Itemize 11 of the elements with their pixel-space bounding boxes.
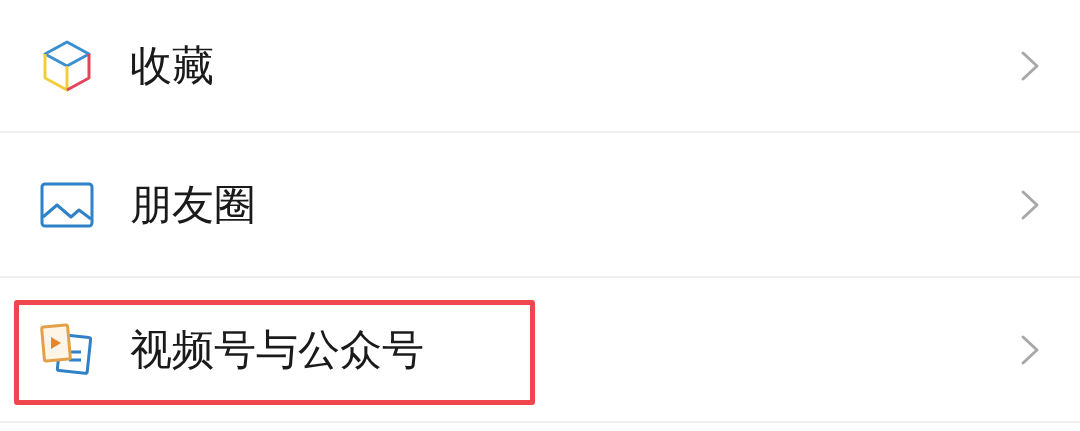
menu-label: 朋友圈 (130, 178, 257, 231)
menu-label: 收藏 (130, 39, 215, 92)
menu-item[interactable]: 视频号与公众号 (0, 278, 1080, 423)
image-icon (39, 180, 95, 229)
menu-label: 视频号与公众号 (130, 323, 425, 376)
menu-item[interactable]: 收藏 (0, 0, 1080, 133)
video-document-icon (39, 321, 95, 378)
chevron-right-icon (1020, 49, 1040, 82)
chevron-right-icon (1020, 333, 1040, 366)
chevron-right-icon (1020, 188, 1040, 221)
menu-item[interactable]: 朋友圈 (0, 133, 1080, 278)
